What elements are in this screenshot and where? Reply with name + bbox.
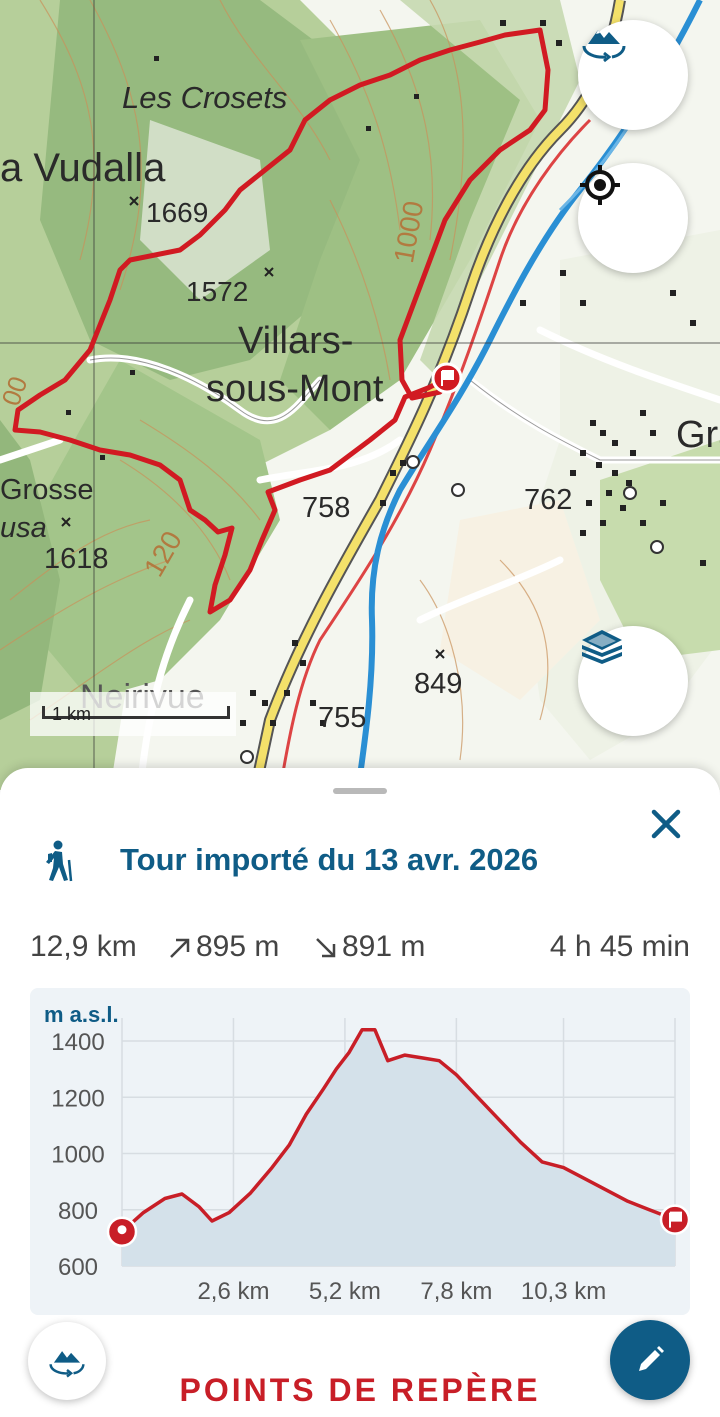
y-tick-label: 1000: [51, 1142, 104, 1169]
layers-icon: [582, 630, 622, 664]
map-label-1618: 1618: [44, 543, 109, 575]
stat-ascent: 895 m: [168, 930, 279, 964]
elevation-profile-chart[interactable]: m a.s.l. 1400 1200 1000 800 600 2,6 km 5,2 km 7…: [30, 988, 690, 1315]
tour-stats: 12,9 km 895 m 891 m 4 h 45 min: [30, 930, 690, 970]
map-label-sous-mont: sous-Mont: [206, 368, 384, 410]
topographic-map[interactable]: Les Crosets a Vudalla 1669 1572 Villars-…: [0, 0, 720, 790]
y-tick-label: 800: [58, 1198, 98, 1225]
mountain-rotate-icon: [582, 30, 626, 63]
map-label-758: 758: [302, 492, 351, 524]
map-label-1669: 1669: [146, 197, 209, 228]
stat-ascent-value: 895 m: [196, 930, 280, 963]
stat-duration: 4 h 45 min: [549, 930, 690, 963]
tour-bottom-sheet: Tour importé du 13 avr. 2026 12,9 km 895…: [0, 768, 720, 1417]
scale-label: 1 km: [52, 704, 92, 724]
start-marker-dot: [117, 1225, 127, 1235]
map-layers-button[interactable]: [578, 626, 688, 736]
map-label-849: 849: [414, 668, 463, 700]
stat-distance: 12,9 km: [30, 930, 137, 963]
map-label-usa: usa: [0, 512, 47, 544]
map-label-gra: Gra: [676, 414, 720, 456]
map-scale-bar: 1 km: [30, 692, 236, 736]
x-tick-label: 7,8 km: [420, 1278, 492, 1305]
map-label-1572: 1572: [186, 276, 249, 307]
x-tick-label: 5,2 km: [309, 1278, 381, 1305]
x-tick-label: 10,3 km: [521, 1278, 606, 1305]
map-label-755: 755: [318, 702, 367, 734]
y-tick-label: 600: [58, 1254, 98, 1281]
elevation-profile-plot: 1400 1200 1000 800 600 2,6 km 5,2 km 7,8 km 10,3…: [51, 1018, 690, 1305]
tour-title: Tour importé du 13 avr. 2026: [120, 842, 539, 877]
landmarks-section-title: POINTS DE REPÈRE: [179, 1372, 541, 1408]
x-tick-label: 2,6 km: [197, 1278, 269, 1305]
arrow-up-right-icon: [170, 938, 190, 958]
sheet-drag-handle[interactable]: [333, 788, 387, 794]
map-label-les-crosets: Les Crosets: [122, 80, 288, 115]
y-tick-label: 1400: [51, 1029, 104, 1056]
map-label-villars: Villars-: [238, 320, 354, 362]
stat-descent-value: 891 m: [342, 930, 426, 963]
close-icon[interactable]: [646, 804, 686, 844]
locate-me-button[interactable]: [578, 163, 688, 273]
elevation-area: [122, 1029, 675, 1266]
stat-descent: 891 m: [314, 930, 425, 964]
crosshair-icon: [580, 165, 620, 205]
view-3d-button[interactable]: [578, 20, 688, 130]
hiker-icon: [46, 840, 73, 882]
map-label-762: 762: [524, 484, 573, 516]
y-tick-label: 1200: [51, 1085, 104, 1112]
arrow-down-right-icon: [316, 938, 336, 958]
map-label-grosse: Grosse: [0, 474, 94, 506]
map-label-vudalla: a Vudalla: [0, 146, 166, 190]
